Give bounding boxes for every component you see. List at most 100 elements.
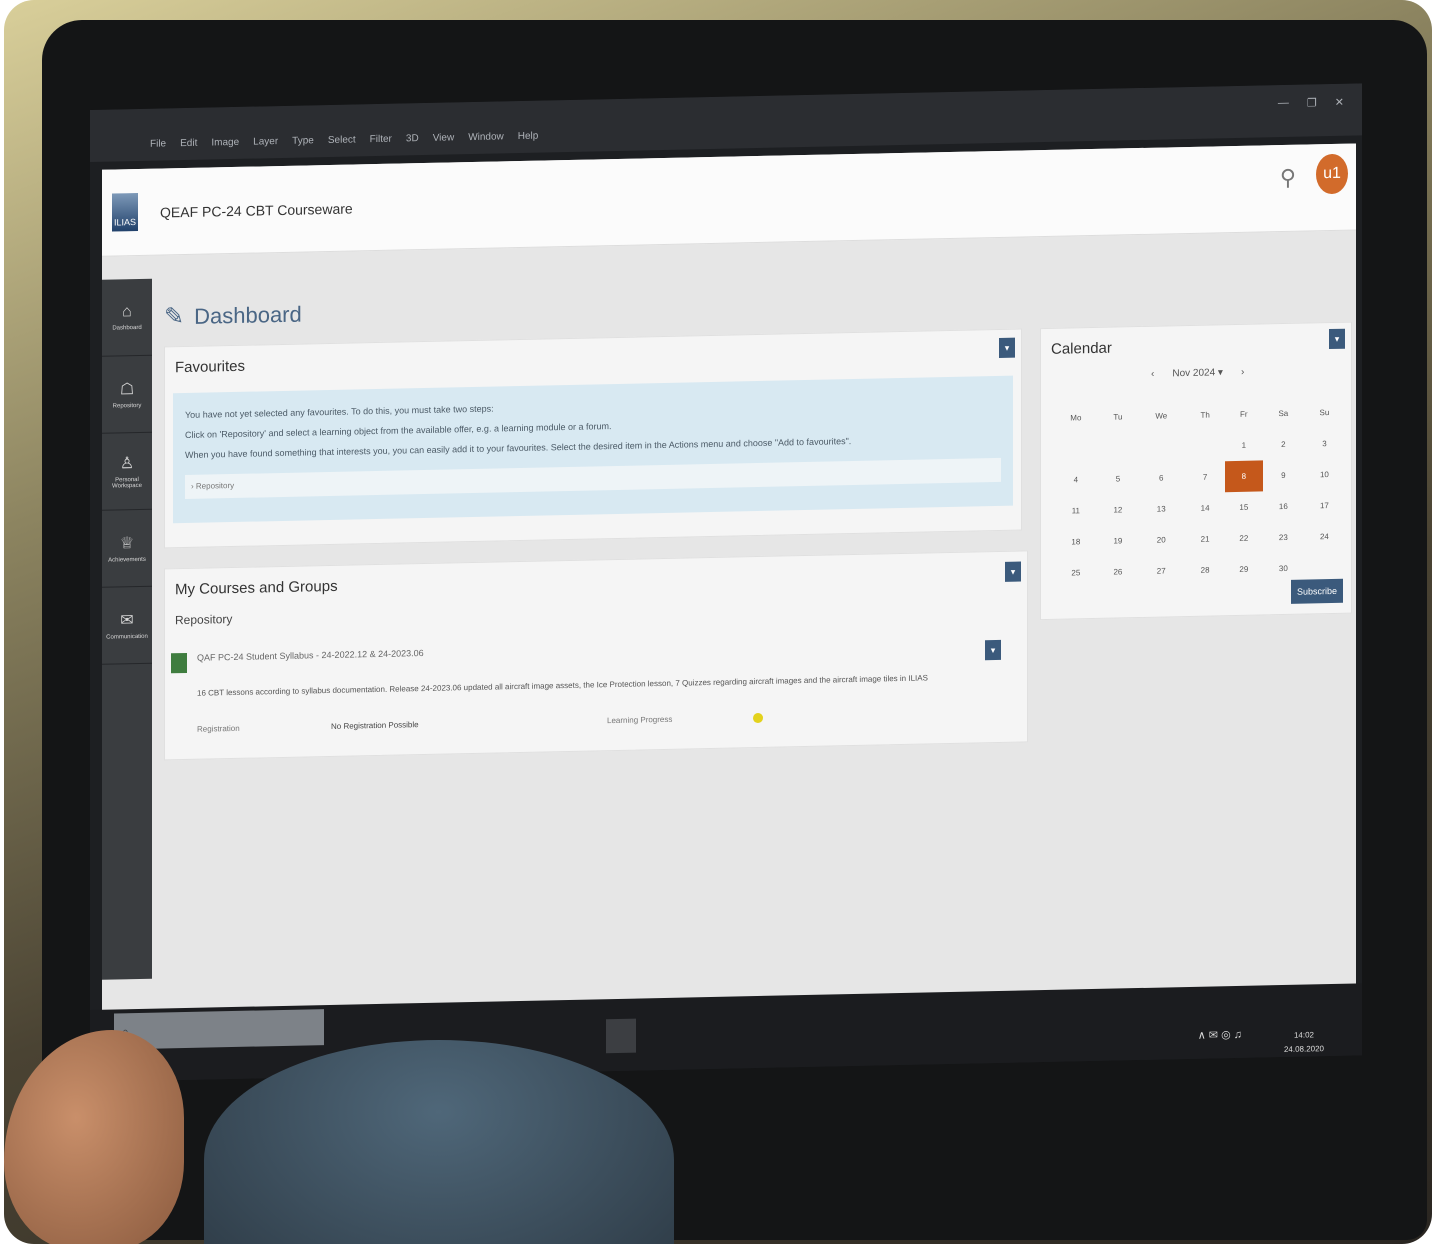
course-icon [171,652,187,674]
courses-panel: My Courses and Groups Repository ▾ QAF P… [164,550,1028,761]
sidebar-item-communication[interactable]: ✉ Communication [102,586,152,665]
favourites-actions-button[interactable]: ▾ [999,337,1015,358]
calendar-day[interactable]: 28 [1185,554,1224,586]
calendar-day[interactable]: 12 [1099,494,1137,526]
person-icon: ♙ [119,455,135,473]
sidebar-item-label: Achievements [108,556,146,564]
calendar-day[interactable]: 21 [1185,523,1224,555]
calendar-day[interactable]: 8 [1224,460,1263,493]
app-header: ILIAS QEAF PC-24 CBT Courseware ⚲ u1 [102,143,1356,257]
calendar-day[interactable]: 19 [1099,525,1137,557]
calendar-day[interactable]: 7 [1185,461,1224,493]
repository-link[interactable]: › Repository [185,457,1001,500]
menu-item-image[interactable]: Image [211,137,239,149]
laptop-screen: File Edit Image Layer Type Select Filter 3D View… [90,83,1362,1082]
calendar-panel: Calendar ▾ ‹ Nov 2024 ▾ › Mo Tu We Th Fr Sa Su… [1040,321,1352,621]
sidebar-item-dashboard[interactable]: ⌂ Dashboard [102,278,152,357]
background-photo: File Edit Image Layer Type Select Filter 3D View… [4,0,1432,1244]
app-title[interactable]: QEAF PC-24 CBT Courseware [160,200,353,220]
trophy-icon: ♕ [119,535,135,553]
calendar-day[interactable]: 2 [1263,429,1304,461]
menu-item-filter[interactable]: Filter [370,134,392,145]
ilias-window: ILIAS QEAF PC-24 CBT Courseware ⚲ u1 ⌂ D… [102,143,1356,1070]
calendar-day[interactable]: 3 [1304,428,1345,460]
calendar-empty-cell [1099,432,1137,464]
calendar-day[interactable]: 6 [1137,462,1185,494]
avatar[interactable]: u1 [1316,153,1348,195]
course-title-link[interactable]: QAF PC-24 Student Syllabus - 24-2022.12 … [197,648,424,663]
sidebar-item-label: Communication [106,633,148,641]
calendar-title: Calendar [1051,339,1112,358]
calendar-day[interactable]: 10 [1304,459,1345,491]
calendar-day[interactable]: 26 [1099,556,1137,588]
chevron-left-icon[interactable]: ‹ [1151,369,1154,380]
calendar-day[interactable]: 23 [1263,522,1304,554]
calendar-day[interactable]: 29 [1225,553,1263,585]
registration-value: No Registration Possible [331,720,419,731]
calendar-day[interactable]: 25 [1053,557,1099,589]
calendar-day[interactable]: 27 [1137,555,1185,587]
calendar-day[interactable]: 9 [1263,460,1304,492]
sidebar-item-label: Dashboard [112,324,142,332]
calendar-day[interactable]: 17 [1304,490,1345,522]
system-tray-icons[interactable]: ∧ ✉ ◎ ♫ [1198,1028,1242,1042]
calendar-day[interactable]: 24 [1304,521,1345,553]
minimize-button[interactable]: — [1278,97,1289,110]
window-controls: — ❐ ✕ [1278,96,1344,110]
search-icon[interactable]: ⚲ [1280,165,1296,191]
course-description: 16 CBT lessons according to syllabus doc… [197,673,928,698]
menu-item-help[interactable]: Help [518,131,539,142]
clock-time: 14:02 [1293,1030,1314,1040]
calendar-empty-cell [1185,430,1224,462]
weekday-label: Tu [1113,412,1123,422]
menu-item-file[interactable]: File [150,138,166,149]
calendar-day[interactable]: 14 [1185,492,1224,524]
sidebar-item-achievements[interactable]: ♕ Achievements [102,509,152,588]
menu-item-3d[interactable]: 3D [406,133,419,144]
taskbar-app-icon[interactable] [606,1018,636,1054]
calendar-day[interactable]: 4 [1053,464,1099,496]
calendar-nav: ‹ Nov 2024 ▾ › [1151,367,1244,380]
course-actions-button[interactable]: ▾ [985,639,1001,661]
hand-left [4,1030,184,1244]
menu-items: File Edit Image Layer Type Select Filter 3D View… [150,131,538,150]
calendar-grid: Mo Tu We Th Fr Sa Su 1 2 3 4 5 6 7 8 9 10 11 12 13 14 15 16 17… [1053,397,1345,589]
calendar-empty-cell [1053,433,1099,465]
list-item: QAF PC-24 Student Syllabus - 24-2022.12 … [171,636,1011,734]
chevron-right-icon[interactable]: › [1241,367,1244,378]
calendar-day[interactable]: 5 [1099,463,1137,495]
calendar-day[interactable]: 16 [1263,491,1304,523]
sidebar-item-repository[interactable]: ☖ Repository [102,355,152,434]
dashboard-icon: ⌂ [122,303,132,321]
calendar-day[interactable]: 18 [1053,526,1099,558]
menu-item-edit[interactable]: Edit [180,138,197,149]
courses-title: My Courses and Groups [175,577,338,599]
main-content: ✎ Dashboard Favourites ▾ You have not ye… [164,254,1352,1059]
favourites-panel: Favourites ▾ You have not yet selected a… [164,328,1022,549]
subscribe-button[interactable]: Subscribe [1291,578,1343,604]
calendar-day[interactable]: 15 [1225,491,1263,523]
calendar-actions-button[interactable]: ▾ [1329,328,1345,350]
menu-item-layer[interactable]: Layer [253,136,278,148]
calendar-empty-cell [1137,431,1185,463]
taskbar-clock[interactable]: 14:02 24.08.2020 [1284,1028,1324,1057]
calendar-day[interactable]: 11 [1053,495,1099,527]
favourites-title: Favourites [175,357,246,377]
ilias-logo[interactable]: ILIAS [112,192,138,232]
weekday-label: Fr [1240,409,1248,419]
calendar-day[interactable]: 22 [1225,522,1263,554]
menu-item-select[interactable]: Select [328,134,356,146]
close-button[interactable]: ✕ [1335,96,1344,109]
menu-item-view[interactable]: View [433,132,455,143]
weekday-label: Sa [1278,408,1289,419]
weekday-label: Th [1200,410,1210,420]
sidebar-item-personal-workspace[interactable]: ♙ Personal Workspace [102,432,152,511]
maximize-button[interactable]: ❐ [1307,96,1317,109]
month-select[interactable]: Nov 2024 ▾ [1172,367,1223,379]
calendar-day[interactable]: 13 [1137,493,1185,525]
calendar-day[interactable]: 20 [1137,524,1185,556]
menu-item-window[interactable]: Window [468,131,504,143]
menu-item-type[interactable]: Type [292,135,314,146]
calendar-day[interactable]: 1 [1225,429,1263,461]
courses-actions-button[interactable]: ▾ [1005,561,1021,582]
